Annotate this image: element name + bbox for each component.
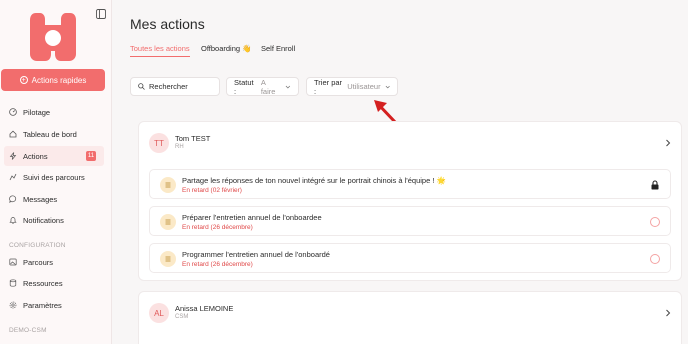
task-late-status: En retard (26 décembre) [182,261,253,268]
user-name[interactable]: Tom TEST [175,134,210,143]
gauge-icon [9,108,17,116]
status-filter-value: A faire [260,77,276,96]
database-icon [9,279,17,287]
nav-item-suivi-des-parcours[interactable]: Suivi des parcours [4,167,104,187]
task-title: Préparer l'entretien annuel de l'onboard… [182,213,322,222]
section-label-configuration: CONFIGURATION [9,242,66,249]
task-list-icon [160,251,176,267]
nav-item-label: Messages [23,194,58,204]
nav-item-notifications[interactable]: Notifications [4,210,104,230]
task-complete-radio[interactable] [650,217,660,227]
user-role: RH [175,144,184,150]
nav-item-label: Suivi des parcours [23,172,85,182]
sidebar-collapse-icon[interactable] [96,9,106,19]
image-icon [9,258,17,266]
task-row[interactable]: Programmer l'entretien annuel de l'onboa… [149,243,671,273]
nav-item-label: Actions [23,151,48,161]
sidebar: + Actions rapides Pilotage Tableau de bo… [0,0,112,344]
nav-item-ressources[interactable]: Ressources [4,273,104,293]
search-icon [138,83,145,90]
tab-self-enroll[interactable]: Self Enroll [261,44,295,53]
task-list-icon [160,214,176,230]
bolt-icon [9,152,17,160]
task-list-icon [160,177,176,193]
plus-icon: + [19,76,28,84]
quick-actions-label: Actions rapides [31,75,87,85]
nav-item-label: Pilotage [23,107,51,117]
page-title: Mes actions [130,16,205,32]
app-logo[interactable] [30,13,76,61]
search-input[interactable]: Rechercher [130,77,220,96]
task-late-status: En retard (02 février) [182,187,242,194]
actions-count-badge: 11 [86,151,96,161]
tab-offboarding[interactable]: Offboarding 👋 [201,44,251,53]
avatar: TT [149,133,169,153]
sort-label: Trier par : [314,77,343,96]
user-role: CSM [175,314,189,320]
nav-item-pilotage[interactable]: Pilotage [4,102,104,122]
task-complete-radio[interactable] [650,254,660,264]
task-row[interactable]: Préparer l'entretien annuel de l'onboard… [149,206,671,236]
status-filter-select[interactable]: Statut : A faire [226,77,299,96]
task-late-status: En retard (26 décembre) [182,224,253,231]
nav-item-actions[interactable]: Actions 11 [4,146,104,166]
task-title: Programmer l'entretien annuel de l'onboa… [182,250,330,259]
lock-icon [651,180,659,190]
nav-item-label: Paramètres [23,300,62,310]
sort-select[interactable]: Trier par : Utilisateur [306,77,398,96]
active-tab-indicator [130,56,190,57]
user-card: TT Tom TEST RH Partage les réponses de t… [138,121,682,281]
search-label: Rechercher [149,82,188,91]
bell-icon [9,217,17,224]
message-icon [9,195,17,203]
sort-value: Utilisateur [347,82,381,91]
task-title: Partage les réponses de ton nouvel intég… [182,176,446,185]
user-name[interactable]: Anissa LEMOINE [175,304,233,313]
chevron-right-icon[interactable] [664,139,672,147]
status-filter-label: Statut : [234,77,254,96]
nav-item-parcours[interactable]: Parcours [4,252,104,272]
tab-toutes-les-actions[interactable]: Toutes les actions [130,44,190,53]
nav-item-label: Tableau de bord [23,129,77,139]
chevron-down-icon [385,85,390,88]
nav-item-label: Parcours [23,257,54,267]
chevron-right-icon[interactable] [664,309,672,317]
quick-actions-button[interactable]: + Actions rapides [1,69,105,91]
route-icon [9,173,17,181]
section-label-demo: DEMO-CSM [9,327,47,334]
chevron-down-icon [285,85,291,89]
nav-item-label: Notifications [23,215,64,225]
user-card: AL Anissa LEMOINE CSM [138,291,682,344]
nav-item-parametres[interactable]: Paramètres [4,295,104,315]
nav-item-tableau-de-bord[interactable]: Tableau de bord [4,124,104,144]
nav-item-messages[interactable]: Messages [4,189,104,209]
home-icon [9,130,17,138]
task-row[interactable]: Partage les réponses de ton nouvel intég… [149,169,671,199]
nav-item-label: Ressources [23,278,63,288]
gear-icon [9,301,17,309]
avatar: AL [149,303,169,323]
